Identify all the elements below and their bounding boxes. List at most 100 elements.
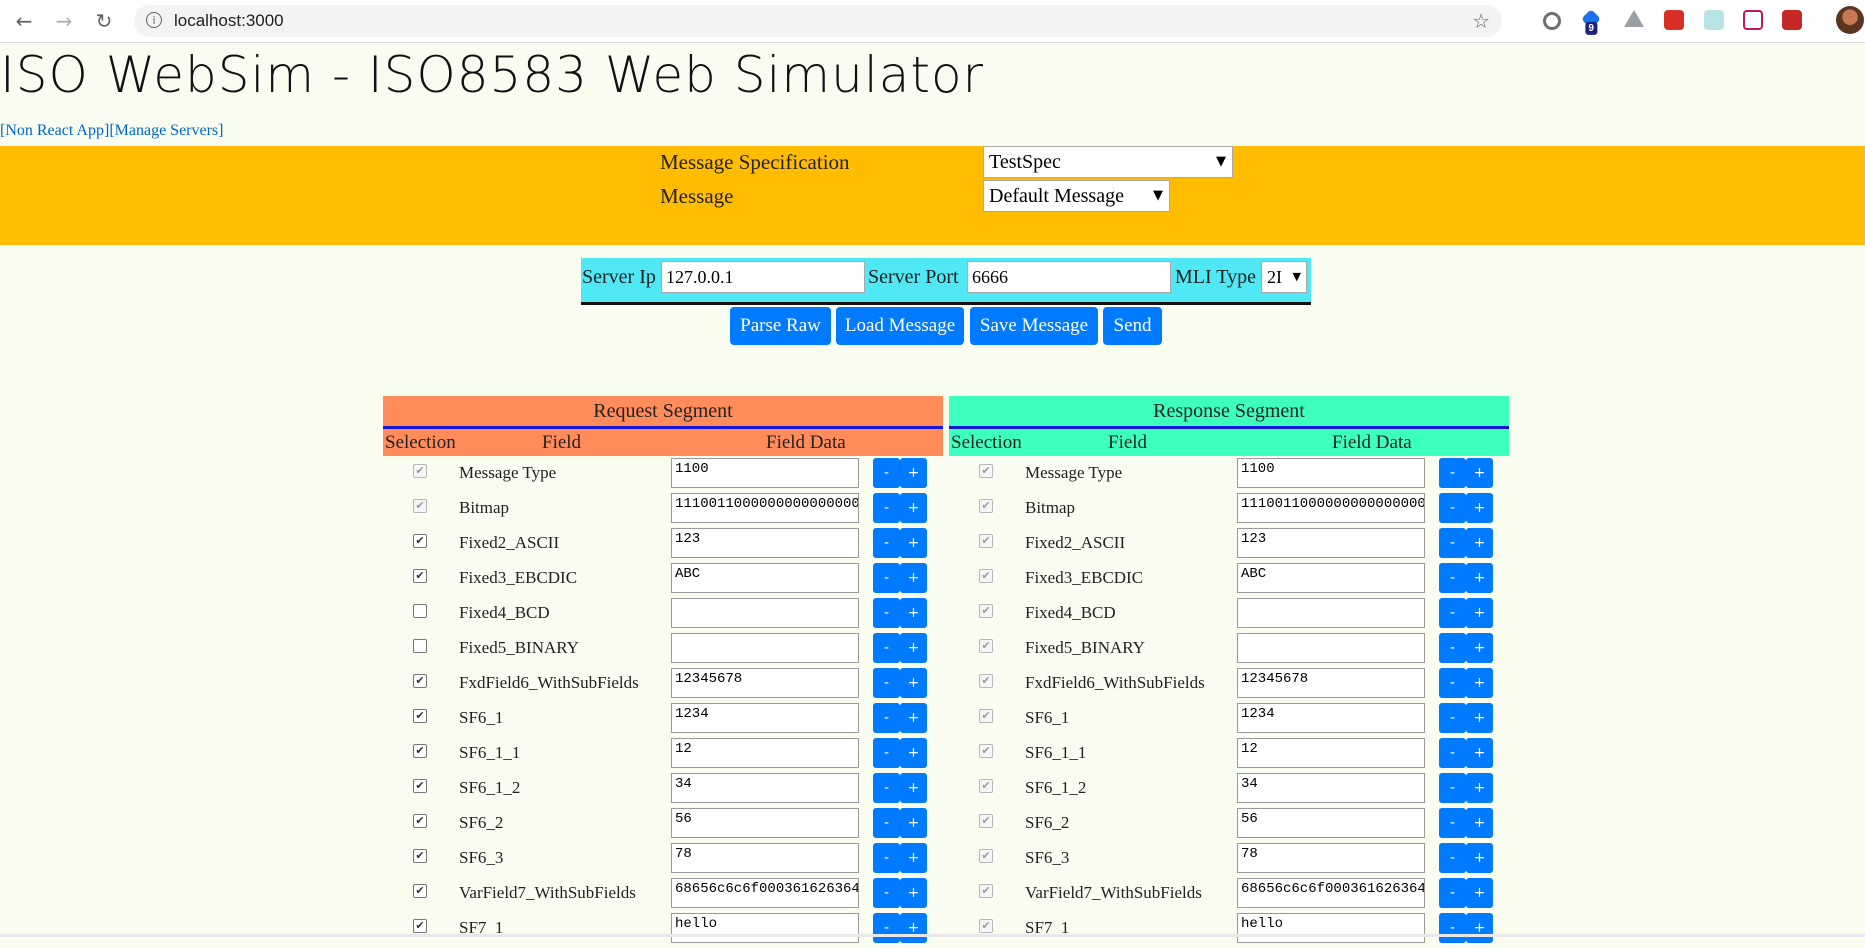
- remove-button[interactable]: -: [873, 668, 900, 698]
- field-data-input[interactable]: 1110011000000000000000: [671, 493, 859, 523]
- remove-button[interactable]: -: [1439, 703, 1466, 733]
- add-button[interactable]: +: [1466, 668, 1493, 698]
- add-button[interactable]: +: [1466, 458, 1493, 488]
- remove-button[interactable]: -: [1439, 633, 1466, 663]
- extension-book-icon[interactable]: [1704, 10, 1724, 30]
- non-react-app-link[interactable]: [Non React App]: [0, 122, 109, 139]
- extension-red-icon[interactable]: [1664, 10, 1684, 30]
- add-button[interactable]: +: [900, 703, 927, 733]
- add-button[interactable]: +: [900, 493, 927, 523]
- remove-button[interactable]: -: [873, 563, 900, 593]
- remove-button[interactable]: -: [873, 878, 900, 908]
- field-data-input[interactable]: [671, 598, 859, 628]
- field-data-input[interactable]: 68656c6c6f000361626364: [671, 878, 859, 908]
- field-data-input[interactable]: ABC: [671, 563, 859, 593]
- parse-raw-button[interactable]: Parse Raw: [730, 307, 831, 345]
- info-icon[interactable]: i: [146, 12, 162, 28]
- field-selection-checkbox[interactable]: ✔: [413, 919, 427, 933]
- field-selection-checkbox[interactable]: ✔: [413, 569, 427, 583]
- manage-servers-link[interactable]: [Manage Servers]: [109, 122, 223, 139]
- drive-icon[interactable]: [1624, 10, 1644, 27]
- field-data-input[interactable]: hello: [1237, 913, 1425, 943]
- remove-button[interactable]: -: [1439, 668, 1466, 698]
- add-button[interactable]: +: [900, 458, 927, 488]
- remove-button[interactable]: -: [873, 493, 900, 523]
- add-button[interactable]: +: [1466, 773, 1493, 803]
- field-data-input[interactable]: 56: [1237, 808, 1425, 838]
- field-data-input[interactable]: [1237, 598, 1425, 628]
- remove-button[interactable]: -: [1439, 913, 1466, 943]
- field-data-input[interactable]: 123: [1237, 528, 1425, 558]
- remove-button[interactable]: -: [1439, 808, 1466, 838]
- remove-button[interactable]: -: [1439, 878, 1466, 908]
- add-button[interactable]: +: [900, 563, 927, 593]
- server-ip-input[interactable]: 127.0.0.1: [661, 261, 865, 293]
- add-button[interactable]: +: [900, 773, 927, 803]
- add-button[interactable]: +: [1466, 738, 1493, 768]
- field-selection-checkbox[interactable]: ✔: [413, 779, 427, 793]
- back-arrow-icon[interactable]: ←: [11, 8, 37, 34]
- remove-button[interactable]: -: [1439, 563, 1466, 593]
- field-data-input[interactable]: [671, 633, 859, 663]
- add-button[interactable]: +: [1466, 703, 1493, 733]
- profile-avatar[interactable]: [1836, 6, 1864, 34]
- server-port-input[interactable]: 6666: [967, 261, 1171, 293]
- send-button[interactable]: Send: [1103, 307, 1162, 345]
- field-selection-checkbox[interactable]: [413, 639, 427, 653]
- field-data-input[interactable]: [1237, 633, 1425, 663]
- remove-button[interactable]: -: [873, 738, 900, 768]
- extension-diamond-icon[interactable]: 9: [1581, 9, 1601, 36]
- field-data-input[interactable]: 56: [671, 808, 859, 838]
- remove-button[interactable]: -: [873, 598, 900, 628]
- forward-arrow-icon[interactable]: →: [51, 8, 77, 34]
- add-button[interactable]: +: [900, 738, 927, 768]
- field-data-input[interactable]: hello: [671, 913, 859, 943]
- add-button[interactable]: +: [900, 843, 927, 873]
- remove-button[interactable]: -: [1439, 528, 1466, 558]
- extension-gear-icon[interactable]: [1782, 10, 1802, 30]
- field-selection-checkbox[interactable]: ✔: [413, 674, 427, 688]
- remove-button[interactable]: -: [873, 913, 900, 943]
- field-selection-checkbox[interactable]: ✔: [413, 534, 427, 548]
- reload-icon[interactable]: ↻: [91, 8, 117, 34]
- message-select[interactable]: Default Message ▼: [983, 180, 1170, 212]
- field-data-input[interactable]: 1100: [671, 458, 859, 488]
- field-data-input[interactable]: ABC: [1237, 563, 1425, 593]
- remove-button[interactable]: -: [873, 703, 900, 733]
- field-data-input[interactable]: 1100: [1237, 458, 1425, 488]
- add-button[interactable]: +: [1466, 563, 1493, 593]
- save-message-button[interactable]: Save Message: [970, 307, 1098, 345]
- add-button[interactable]: +: [900, 598, 927, 628]
- field-data-input[interactable]: 78: [671, 843, 859, 873]
- add-button[interactable]: +: [1466, 913, 1493, 943]
- add-button[interactable]: +: [900, 808, 927, 838]
- remove-button[interactable]: -: [873, 808, 900, 838]
- remove-button[interactable]: -: [873, 528, 900, 558]
- remove-button[interactable]: -: [1439, 843, 1466, 873]
- field-data-input[interactable]: 34: [671, 773, 859, 803]
- field-selection-checkbox[interactable]: ✔: [413, 744, 427, 758]
- field-data-input[interactable]: 12: [1237, 738, 1425, 768]
- remove-button[interactable]: -: [873, 843, 900, 873]
- add-button[interactable]: +: [1466, 878, 1493, 908]
- load-message-button[interactable]: Load Message: [836, 307, 964, 345]
- field-selection-checkbox[interactable]: ✔: [413, 884, 427, 898]
- field-data-input[interactable]: 12345678: [671, 668, 859, 698]
- add-button[interactable]: +: [900, 913, 927, 943]
- remove-button[interactable]: -: [1439, 738, 1466, 768]
- field-data-input[interactable]: 12: [671, 738, 859, 768]
- field-selection-checkbox[interactable]: ✔: [413, 849, 427, 863]
- remove-button[interactable]: -: [1439, 458, 1466, 488]
- add-button[interactable]: +: [1466, 843, 1493, 873]
- remove-button[interactable]: -: [873, 458, 900, 488]
- extension-circle-icon[interactable]: [1543, 12, 1561, 30]
- field-data-input[interactable]: 12345678: [1237, 668, 1425, 698]
- field-data-input[interactable]: 1234: [1237, 703, 1425, 733]
- bookmark-star-icon[interactable]: ☆: [1472, 9, 1490, 33]
- add-button[interactable]: +: [1466, 633, 1493, 663]
- add-button[interactable]: +: [900, 668, 927, 698]
- field-data-input[interactable]: 78: [1237, 843, 1425, 873]
- remove-button[interactable]: -: [1439, 773, 1466, 803]
- add-button[interactable]: +: [900, 528, 927, 558]
- add-button[interactable]: +: [1466, 598, 1493, 628]
